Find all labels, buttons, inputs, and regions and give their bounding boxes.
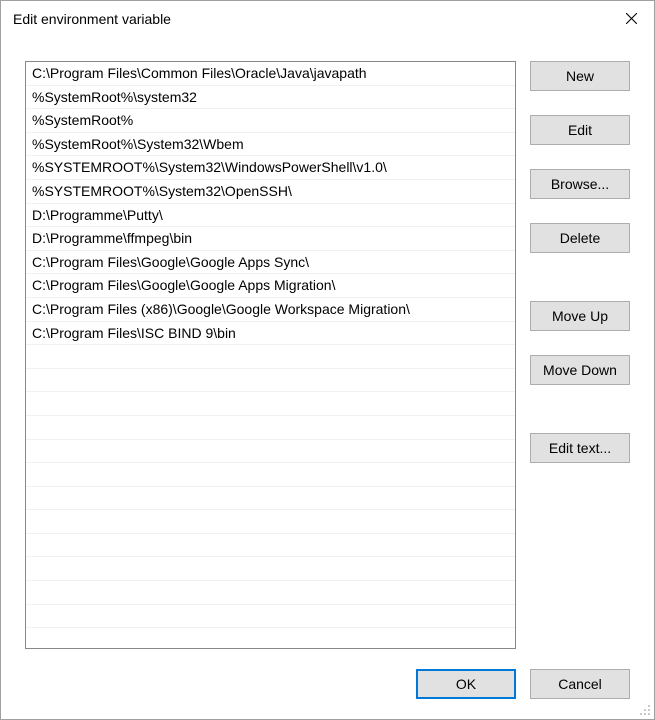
- path-row[interactable]: %SystemRoot%: [26, 109, 515, 133]
- path-row-empty[interactable]: [26, 534, 515, 558]
- edit-button[interactable]: Edit: [530, 115, 630, 145]
- path-row[interactable]: C:\Program Files (x86)\Google\Google Wor…: [26, 298, 515, 322]
- path-row-empty[interactable]: [26, 440, 515, 464]
- move-up-button[interactable]: Move Up: [530, 301, 630, 331]
- path-row-empty[interactable]: [26, 510, 515, 534]
- cancel-button[interactable]: Cancel: [530, 669, 630, 699]
- button-sidebar: New Edit Browse... Delete Move Up Move D…: [530, 61, 630, 649]
- path-row-empty[interactable]: [26, 369, 515, 393]
- new-button[interactable]: New: [530, 61, 630, 91]
- close-icon: [626, 13, 637, 24]
- path-row-empty[interactable]: [26, 605, 515, 629]
- move-down-button[interactable]: Move Down: [530, 355, 630, 385]
- path-row-empty[interactable]: [26, 487, 515, 511]
- path-row-empty[interactable]: [26, 345, 515, 369]
- path-row-empty[interactable]: [26, 463, 515, 487]
- path-row[interactable]: C:\Program Files\ISC BIND 9\bin: [26, 322, 515, 346]
- content-area: C:\Program Files\Common Files\Oracle\Jav…: [25, 61, 630, 649]
- path-row-empty[interactable]: [26, 557, 515, 581]
- path-row[interactable]: %SystemRoot%\System32\Wbem: [26, 133, 515, 157]
- dialog-footer: OK Cancel: [416, 669, 630, 699]
- ok-button[interactable]: OK: [416, 669, 516, 699]
- browse-button[interactable]: Browse...: [530, 169, 630, 199]
- path-row[interactable]: %SYSTEMROOT%\System32\OpenSSH\: [26, 180, 515, 204]
- path-row-empty[interactable]: [26, 392, 515, 416]
- path-row[interactable]: D:\Programme\ffmpeg\bin: [26, 227, 515, 251]
- window-title: Edit environment variable: [13, 11, 171, 27]
- path-row-empty[interactable]: [26, 581, 515, 605]
- delete-button[interactable]: Delete: [530, 223, 630, 253]
- path-row[interactable]: %SystemRoot%\system32: [26, 86, 515, 110]
- path-row[interactable]: C:\Program Files\Google\Google Apps Sync…: [26, 251, 515, 275]
- close-button[interactable]: [608, 2, 654, 34]
- resize-grip-icon[interactable]: [639, 704, 651, 716]
- edit-text-button[interactable]: Edit text...: [530, 433, 630, 463]
- path-row[interactable]: D:\Programme\Putty\: [26, 204, 515, 228]
- path-row[interactable]: C:\Program Files\Common Files\Oracle\Jav…: [26, 62, 515, 86]
- path-row-empty[interactable]: [26, 416, 515, 440]
- path-row[interactable]: %SYSTEMROOT%\System32\WindowsPowerShell\…: [26, 156, 515, 180]
- titlebar: Edit environment variable: [1, 1, 654, 37]
- path-row[interactable]: C:\Program Files\Google\Google Apps Migr…: [26, 274, 515, 298]
- path-listbox[interactable]: C:\Program Files\Common Files\Oracle\Jav…: [25, 61, 516, 649]
